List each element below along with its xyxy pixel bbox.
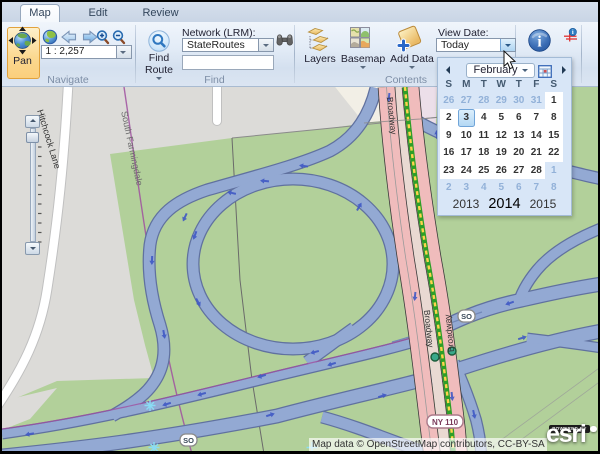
svg-text:SO: SO xyxy=(461,312,472,321)
svg-text:NY 110: NY 110 xyxy=(432,418,459,427)
svg-text:i: i xyxy=(572,29,574,36)
svg-text:SO: SO xyxy=(183,436,194,445)
svg-text:i: i xyxy=(537,34,542,51)
